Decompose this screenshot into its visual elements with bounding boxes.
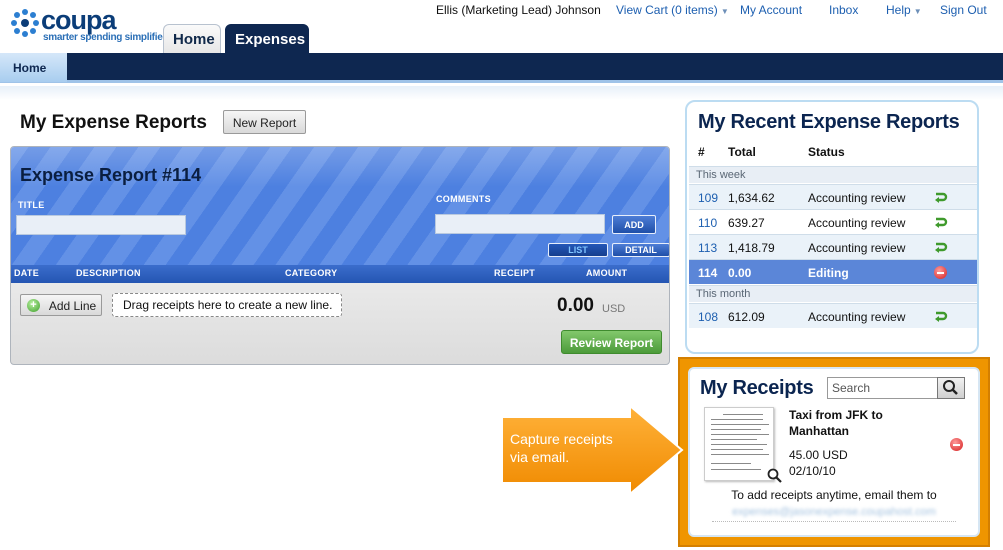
my-account-link[interactable]: My Account bbox=[740, 3, 802, 17]
report-total-value: 1,418.79 bbox=[728, 241, 775, 255]
title-label: TITLE bbox=[18, 200, 45, 210]
column-date: DATE bbox=[14, 268, 40, 278]
help-link[interactable]: Help ▼ bbox=[886, 3, 922, 17]
report-title: Expense Report #114 bbox=[20, 165, 202, 185]
report-number-link[interactable]: 108 bbox=[698, 310, 718, 324]
sign-out-link[interactable]: Sign Out bbox=[940, 3, 987, 17]
email-capture-callout: Capture receipts via email. bbox=[500, 403, 685, 497]
report-number-link[interactable]: 113 bbox=[698, 241, 717, 255]
report-status: Accounting review bbox=[808, 191, 906, 205]
report-status: Editing bbox=[808, 266, 849, 280]
report-number-link[interactable]: 110 bbox=[698, 216, 717, 230]
comments-input[interactable] bbox=[435, 214, 605, 234]
report-total: 0.00 bbox=[557, 295, 594, 316]
help-label: Help bbox=[886, 3, 911, 17]
view-cart-label: View Cart (0 items) bbox=[616, 3, 718, 17]
search-icon bbox=[943, 380, 958, 395]
inbox-link[interactable]: Inbox bbox=[829, 3, 858, 17]
report-row[interactable]: 113 1,418.79 Accounting review bbox=[689, 234, 977, 259]
receipt-date: 02/10/10 bbox=[789, 464, 836, 478]
group-this-week: This week bbox=[689, 166, 977, 183]
report-row[interactable]: 108 612.09 Accounting review bbox=[689, 303, 977, 328]
report-status: Accounting review bbox=[808, 216, 906, 230]
my-receipts-panel: My Receipts Taxi from JFK to Manhatt bbox=[688, 367, 980, 537]
remove-receipt-icon[interactable] bbox=[950, 438, 963, 451]
view-cart-link[interactable]: View Cart (0 items) ▼ bbox=[616, 3, 729, 17]
column-category: CATEGORY bbox=[285, 268, 338, 278]
column-total: Total bbox=[728, 145, 756, 159]
report-status: Accounting review bbox=[808, 310, 906, 324]
chevron-down-icon[interactable]: ▼ bbox=[721, 7, 729, 16]
list-view-button[interactable]: LIST bbox=[548, 243, 608, 257]
report-total-value: 0.00 bbox=[728, 266, 752, 280]
coupa-logo[interactable]: coupa smarter spending simplified bbox=[10, 5, 169, 48]
receipt-title: Taxi from JFK to Manhattan bbox=[789, 408, 883, 438]
report-number-link[interactable]: 114 bbox=[698, 266, 717, 280]
group-this-month: This month bbox=[689, 285, 977, 302]
receipt-email-address: expenses@jasonexpense.coupahost.com bbox=[732, 506, 936, 518]
recent-reports-title: My Recent Expense Reports bbox=[698, 111, 960, 133]
zoom-icon[interactable] bbox=[766, 467, 784, 485]
reopen-icon[interactable] bbox=[934, 241, 948, 253]
new-report-button[interactable]: New Report bbox=[223, 110, 306, 134]
add-comment-button[interactable]: ADD bbox=[612, 215, 656, 234]
title-input[interactable] bbox=[16, 215, 186, 235]
add-line-label: Add Line bbox=[48, 299, 97, 313]
receipts-title: My Receipts bbox=[700, 377, 814, 399]
tab-expenses[interactable]: Expenses bbox=[225, 24, 309, 53]
current-user: Ellis (Marketing Lead) Johnson bbox=[436, 3, 601, 17]
coupa-logo-icon bbox=[11, 9, 39, 37]
brand-tagline: smarter spending simplified bbox=[43, 32, 169, 43]
divider bbox=[712, 521, 956, 522]
column-number: # bbox=[698, 145, 705, 159]
add-line-button[interactable]: + Add Line bbox=[20, 294, 102, 316]
chevron-down-icon[interactable]: ▼ bbox=[914, 7, 922, 16]
column-description: DESCRIPTION bbox=[76, 268, 141, 278]
reopen-icon[interactable] bbox=[934, 191, 948, 203]
expense-report-panel: Expense Report #114 TITLE COMMENTS ADD L… bbox=[10, 146, 670, 365]
report-total-value: 639.27 bbox=[728, 216, 765, 230]
receipt-search-input[interactable] bbox=[827, 377, 938, 399]
report-row[interactable]: 110 639.27 Accounting review bbox=[689, 209, 977, 234]
report-currency: USD bbox=[602, 303, 626, 315]
report-number-link[interactable]: 109 bbox=[698, 191, 718, 205]
recent-reports-panel: My Recent Expense Reports # Total Status… bbox=[685, 100, 979, 354]
search-button[interactable] bbox=[937, 377, 965, 399]
tab-home[interactable]: Home bbox=[163, 24, 221, 53]
column-status: Status bbox=[808, 145, 845, 159]
sub-navigation-bar: Home bbox=[0, 53, 1003, 83]
page-title: My Expense Reports bbox=[20, 112, 207, 133]
nav-divider bbox=[0, 86, 1003, 100]
receipt-drop-zone[interactable]: Drag receipts here to create a new line. bbox=[112, 293, 342, 317]
report-status: Accounting review bbox=[808, 241, 906, 255]
receipts-highlight-frame: My Receipts Taxi from JFK to Manhatt bbox=[678, 357, 990, 547]
line-items-header: DATE DESCRIPTION CATEGORY RECEIPT AMOUNT bbox=[11, 265, 669, 283]
reopen-icon[interactable] bbox=[934, 310, 948, 322]
callout-text: Capture receipts via email. bbox=[510, 431, 613, 465]
receipt-thumbnail[interactable] bbox=[704, 407, 774, 481]
reopen-icon[interactable] bbox=[934, 216, 948, 228]
report-row[interactable]: 109 1,634.62 Accounting review bbox=[689, 184, 977, 209]
email-instructions: To add receipts anytime, email them to bbox=[731, 488, 937, 502]
report-total-value: 1,634.62 bbox=[728, 191, 775, 205]
column-amount: AMOUNT bbox=[586, 268, 628, 278]
column-receipt: RECEIPT bbox=[494, 268, 536, 278]
comments-label: COMMENTS bbox=[436, 194, 491, 204]
report-row-selected[interactable]: 114 0.00 Editing bbox=[689, 259, 977, 284]
remove-icon[interactable] bbox=[934, 266, 947, 279]
report-total-value: 612.09 bbox=[728, 310, 765, 324]
review-report-button[interactable]: Review Report bbox=[561, 330, 662, 354]
subtab-home[interactable]: Home bbox=[0, 53, 67, 82]
plus-icon: + bbox=[27, 299, 40, 312]
detail-view-button[interactable]: DETAIL bbox=[612, 243, 669, 257]
receipt-amount: 45.00 USD bbox=[789, 448, 848, 462]
